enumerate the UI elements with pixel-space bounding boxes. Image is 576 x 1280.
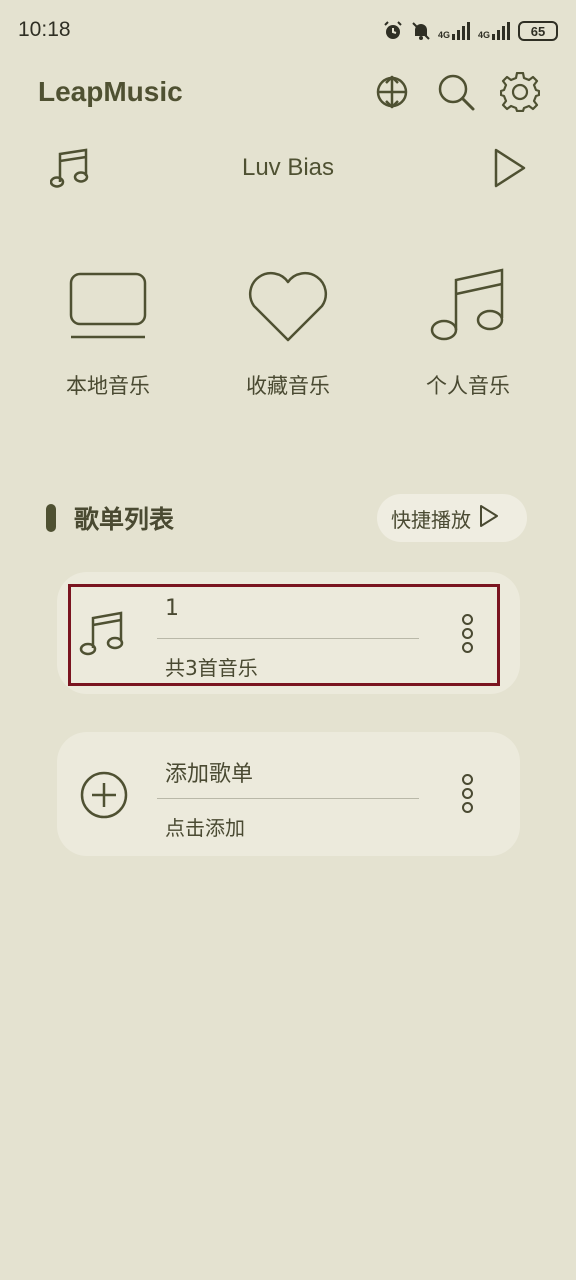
play-button[interactable] [490,144,530,196]
expand-icon [375,73,409,115]
network-type: 4G [477,30,490,40]
heart-icon [246,262,330,350]
quick-play-label: 快捷播放 [391,507,471,532]
signal-icon: 4G [478,22,512,40]
alarm-icon [382,20,404,42]
divider [157,798,419,799]
playlist-subtitle: 点击添加 [165,816,245,840]
music-note-icon [428,262,508,350]
more-icon-dot [461,802,473,813]
search-icon [436,72,476,116]
selection-highlight [68,584,500,686]
signal-icon: 4G [438,22,472,40]
search-button[interactable] [434,72,478,116]
add-circle-icon [79,770,129,824]
category-label: 收藏音乐 [246,374,330,398]
expand-button[interactable] [370,72,414,116]
play-icon [490,148,530,196]
category-label: 本地音乐 [66,374,150,398]
settings-button[interactable] [498,71,542,116]
add-playlist-card[interactable]: 添加歌单 点击添加 [57,732,520,856]
section-marker [46,504,56,532]
mute-icon [410,20,432,42]
category-label: 个人音乐 [426,374,510,398]
battery-icon: 65 [518,21,558,41]
monitor-icon [68,262,148,350]
category-local-music[interactable]: 本地音乐 [28,262,188,400]
gear-icon [499,71,541,116]
category-favorite-music[interactable]: 收藏音乐 [208,262,368,400]
status-icons: 4G 4G 65 [382,18,558,44]
more-options-button[interactable] [455,774,479,816]
section-title: 歌单列表 [74,505,175,534]
quick-play-button[interactable]: 快捷播放 [377,494,527,542]
category-personal-music[interactable]: 个人音乐 [388,262,548,400]
network-type: 4G [437,30,450,40]
more-icon [461,774,473,785]
status-time: 10:18 [18,18,71,41]
playlist-title: 添加歌单 [165,762,254,787]
play-icon [477,503,501,534]
more-icon-dot [461,788,473,799]
app-title: LeapMusic [38,76,183,107]
